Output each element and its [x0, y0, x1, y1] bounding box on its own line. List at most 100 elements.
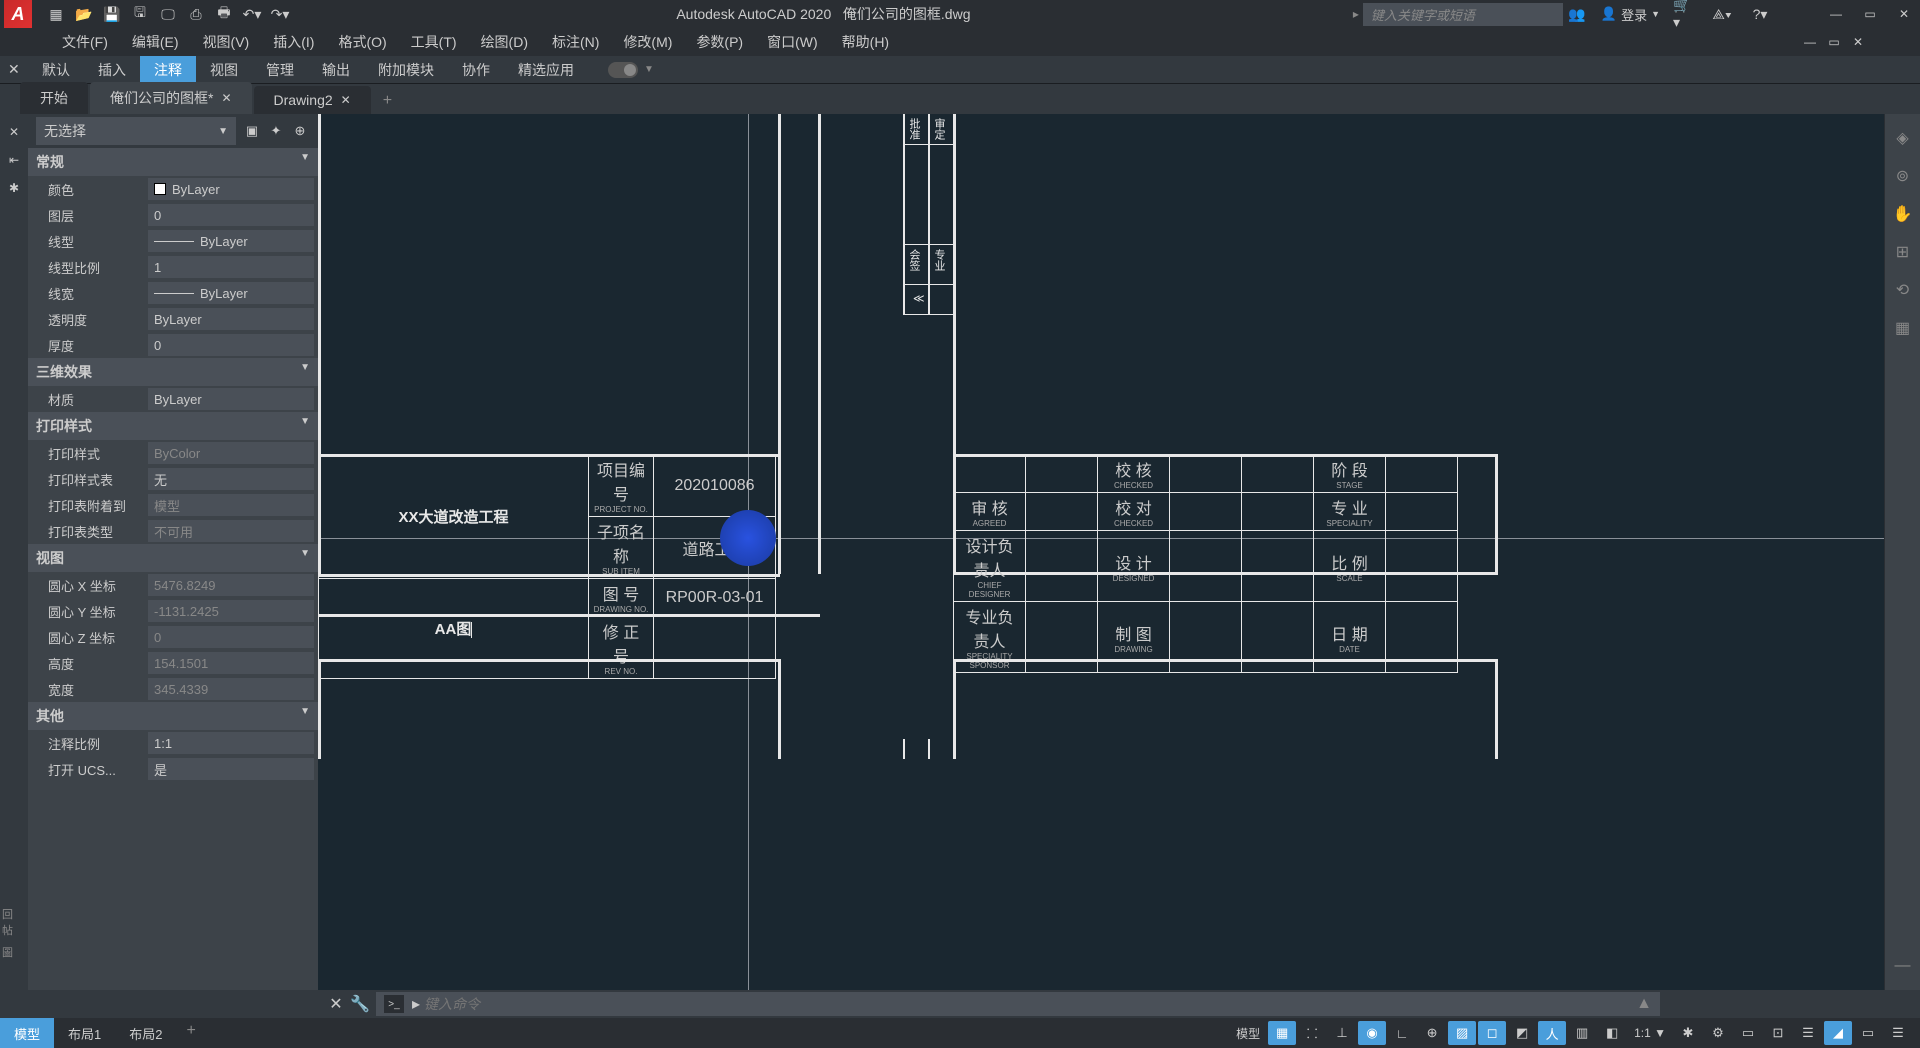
props-section-header[interactable]: 常规▼: [28, 148, 318, 176]
status-customize-icon[interactable]: ☰: [1884, 1021, 1912, 1045]
qat-plot-icon[interactable]: ⎙: [185, 3, 207, 25]
layout-tab-model[interactable]: 模型: [0, 1018, 54, 1048]
qat-new-icon[interactable]: ▦: [45, 3, 67, 25]
status-transparency-icon[interactable]: ▥: [1568, 1021, 1596, 1045]
status-polar-icon[interactable]: ⊕: [1418, 1021, 1446, 1045]
command-input-wrap[interactable]: >_ ▸ ▲: [376, 992, 1660, 1016]
viewcube-icon[interactable]: ◈: [1889, 124, 1917, 152]
ribbon-toggle[interactable]: [608, 62, 638, 78]
menu-edit[interactable]: 编辑(E): [120, 28, 191, 56]
status-clean-icon[interactable]: ▭: [1854, 1021, 1882, 1045]
layout-tab-layout1[interactable]: 布局1: [54, 1018, 115, 1048]
props-value[interactable]: ByLayer: [148, 308, 314, 330]
status-anno-icon[interactable]: ✱: [1674, 1021, 1702, 1045]
props-value[interactable]: ByLayer: [148, 388, 314, 410]
file-tab-drawing2[interactable]: Drawing2✕: [254, 86, 371, 114]
status-ortho-icon[interactable]: ∟: [1388, 1021, 1416, 1045]
menu-parametric[interactable]: 参数(P): [684, 28, 755, 56]
file-tab-close-icon[interactable]: ✕: [221, 91, 231, 105]
drawing-canvas[interactable]: 批准 审定 会签 专业 ≪ XX大道改造工程 项目编号PROJECT NO. 2…: [318, 114, 1884, 990]
file-tab-add-button[interactable]: +: [373, 88, 402, 114]
layout-tab-layout2[interactable]: 布局2: [115, 1018, 176, 1048]
qat-save-icon[interactable]: 💾: [101, 3, 123, 25]
menu-tools[interactable]: 工具(T): [399, 28, 469, 56]
command-input[interactable]: [424, 996, 1636, 1012]
qat-open-icon[interactable]: 📂: [73, 3, 95, 25]
nav-expand-icon[interactable]: —: [1889, 952, 1917, 980]
pan-icon[interactable]: ✋: [1889, 200, 1917, 228]
nav-wheel-icon[interactable]: ⊚: [1889, 162, 1917, 190]
qat-undo-icon[interactable]: ↶▾: [241, 3, 263, 25]
cart-icon[interactable]: 🛒▾: [1673, 3, 1695, 25]
help-icon[interactable]: ?▾: [1749, 3, 1771, 25]
ribbon-tab-collab[interactable]: 协作: [448, 56, 504, 84]
qat-web-icon[interactable]: 🖵: [157, 3, 179, 25]
cmd-customize-icon[interactable]: 🔧: [350, 994, 370, 1014]
showmotion-icon[interactable]: ▦: [1889, 314, 1917, 342]
status-scale[interactable]: 1:1 ▼: [1628, 1026, 1672, 1040]
status-dyn-icon[interactable]: ◉: [1358, 1021, 1386, 1045]
status-infer-icon[interactable]: ⊥: [1328, 1021, 1356, 1045]
status-grid-icon[interactable]: ▦: [1268, 1021, 1296, 1045]
status-3dosnap-icon[interactable]: ◩: [1508, 1021, 1536, 1045]
ribbon-tab-view[interactable]: 视图: [196, 56, 252, 84]
menu-insert[interactable]: 插入(I): [261, 28, 326, 56]
menu-format[interactable]: 格式(O): [326, 28, 398, 56]
zoom-extents-icon[interactable]: ⊞: [1889, 238, 1917, 266]
cmd-close-icon[interactable]: ✕: [326, 994, 346, 1014]
menu-draw[interactable]: 绘图(D): [469, 28, 540, 56]
props-value[interactable]: ByLayer: [148, 282, 314, 304]
panel-icon[interactable]: 回帖: [2, 906, 13, 938]
menu-window[interactable]: 窗口(W): [755, 28, 830, 56]
file-tab-current[interactable]: 俺们公司的图框*✕: [90, 82, 252, 114]
status-hwaccel-icon[interactable]: ◢: [1824, 1021, 1852, 1045]
app-logo[interactable]: A: [4, 0, 32, 28]
status-model-label[interactable]: 模型: [1230, 1025, 1266, 1042]
qat-print-icon[interactable]: 🖶: [213, 3, 235, 25]
status-iso-icon[interactable]: ▨: [1448, 1021, 1476, 1045]
orbit-icon[interactable]: ⟲: [1889, 276, 1917, 304]
props-value[interactable]: 1: [148, 256, 314, 278]
status-units-icon[interactable]: ⊡: [1764, 1021, 1792, 1045]
signin-icon[interactable]: 👥: [1566, 3, 1588, 25]
props-value[interactable]: ByLayer: [148, 178, 314, 200]
ribbon-tab-output[interactable]: 输出: [308, 56, 364, 84]
layout-add-button[interactable]: +: [176, 1018, 205, 1048]
doc-minimize-button[interactable]: —: [1798, 32, 1822, 52]
menu-modify[interactable]: 修改(M): [611, 28, 684, 56]
status-cycling-icon[interactable]: ◧: [1598, 1021, 1626, 1045]
props-value[interactable]: 是: [148, 758, 314, 780]
qat-saveas-icon[interactable]: 🖫: [129, 3, 151, 25]
status-lwt-icon[interactable]: 人: [1538, 1021, 1566, 1045]
sidebar-settings-icon[interactable]: ✱: [2, 176, 26, 200]
status-workspace-icon[interactable]: ⚙: [1704, 1021, 1732, 1045]
props-section-header[interactable]: 视图▼: [28, 544, 318, 572]
login-button[interactable]: 👤 登录 ▼: [1601, 5, 1660, 24]
props-section-header[interactable]: 三维效果▼: [28, 358, 318, 386]
props-section-header[interactable]: 其他▼: [28, 702, 318, 730]
sidebar-collapse-icon[interactable]: ⇤: [2, 148, 26, 172]
menu-file[interactable]: 文件(F): [50, 28, 120, 56]
doc-restore-button[interactable]: ▭: [1822, 32, 1846, 52]
ribbon-tab-featured[interactable]: 精选应用: [504, 56, 588, 84]
doc-close-button[interactable]: ✕: [1846, 32, 1870, 52]
ribbon-toggle-arrow-icon[interactable]: ▼: [644, 64, 654, 75]
search-input[interactable]: 键入关键字或短语: [1363, 3, 1563, 26]
close-button[interactable]: ✕: [1892, 4, 1916, 24]
props-value[interactable]: 0: [148, 334, 314, 356]
menu-view[interactable]: 视图(V): [191, 28, 262, 56]
share-icon[interactable]: ⟁▾: [1711, 3, 1733, 25]
props-value[interactable]: 0: [148, 204, 314, 226]
file-tab-close-icon[interactable]: ✕: [341, 93, 351, 107]
status-osnap-icon[interactable]: ◻: [1478, 1021, 1506, 1045]
ribbon-tab-annotate[interactable]: 注释: [140, 56, 196, 84]
qat-redo-icon[interactable]: ↷▾: [269, 3, 291, 25]
props-section-header[interactable]: 打印样式▼: [28, 412, 318, 440]
menu-help[interactable]: 帮助(H): [830, 28, 901, 56]
quickselect-icon[interactable]: ▣: [242, 121, 262, 141]
restore-button[interactable]: ▭: [1858, 4, 1882, 24]
ribbon-tab-default[interactable]: 默认: [28, 56, 84, 84]
pickadd-icon[interactable]: ⊕: [290, 121, 310, 141]
minimize-button[interactable]: —: [1824, 4, 1848, 24]
ribbon-tab-insert[interactable]: 插入: [84, 56, 140, 84]
